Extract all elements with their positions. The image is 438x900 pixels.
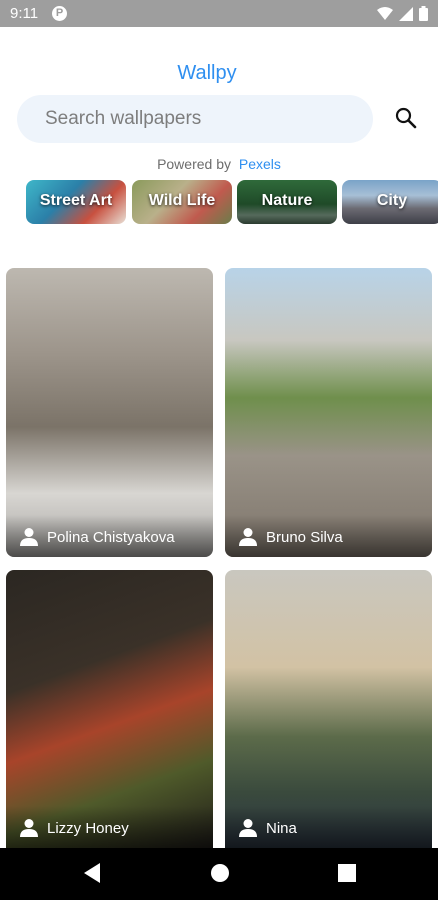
category-chip-city[interactable]: City — [342, 180, 438, 224]
photo-author: Lizzy Honey — [19, 818, 129, 838]
photo-author-name: Bruno Silva — [266, 528, 343, 546]
system-icons — [377, 6, 428, 21]
category-chip-street-art[interactable]: Street Art — [26, 180, 126, 224]
powered-by: Powered by Pexels — [0, 156, 438, 172]
search-icon[interactable] — [395, 107, 417, 129]
app-title: Wallpy — [177, 62, 237, 84]
person-icon — [20, 528, 38, 546]
photo-card[interactable]: Bruno Silva — [225, 268, 432, 557]
category-chip-wild-life[interactable]: Wild Life — [132, 180, 232, 224]
category-chip-nature[interactable]: Nature — [237, 180, 337, 224]
recents-icon[interactable] — [337, 862, 357, 884]
back-icon[interactable] — [82, 862, 102, 884]
photo-card[interactable]: Nina — [225, 570, 432, 848]
photo-card[interactable]: Lizzy Honey — [6, 570, 213, 848]
home-icon[interactable] — [209, 862, 231, 884]
category-label: Wild Life — [148, 192, 216, 209]
battery-icon — [419, 6, 428, 21]
person-icon — [20, 819, 38, 837]
search-field[interactable] — [17, 95, 373, 143]
notification-app-icon: P — [52, 6, 67, 21]
category-label: Nature — [261, 192, 313, 209]
search-input[interactable] — [45, 95, 365, 143]
photo-author-name: Lizzy Honey — [47, 819, 129, 837]
status-time: 9:11 — [10, 5, 39, 22]
photo-card[interactable]: Polina Chistyakova — [6, 268, 213, 557]
category-list: Street Art Wild Life Nature City — [26, 180, 438, 224]
status-bar: 9:11 P — [0, 0, 438, 27]
photo-author: Nina — [238, 818, 297, 838]
photo-author: Polina Chistyakova — [19, 527, 175, 547]
navigation-bar — [0, 848, 438, 900]
category-label: Street Art — [39, 192, 113, 209]
photo-author: Bruno Silva — [238, 527, 343, 547]
wifi-icon — [377, 6, 393, 20]
person-icon — [239, 819, 257, 837]
photo-author-name: Nina — [266, 819, 297, 837]
signal-icon — [399, 6, 413, 21]
pexels-link[interactable]: Pexels — [239, 156, 281, 172]
powered-by-prefix: Powered by — [157, 156, 231, 172]
person-icon — [239, 528, 257, 546]
photo-author-name: Polina Chistyakova — [47, 528, 175, 546]
category-label: City — [376, 192, 408, 209]
